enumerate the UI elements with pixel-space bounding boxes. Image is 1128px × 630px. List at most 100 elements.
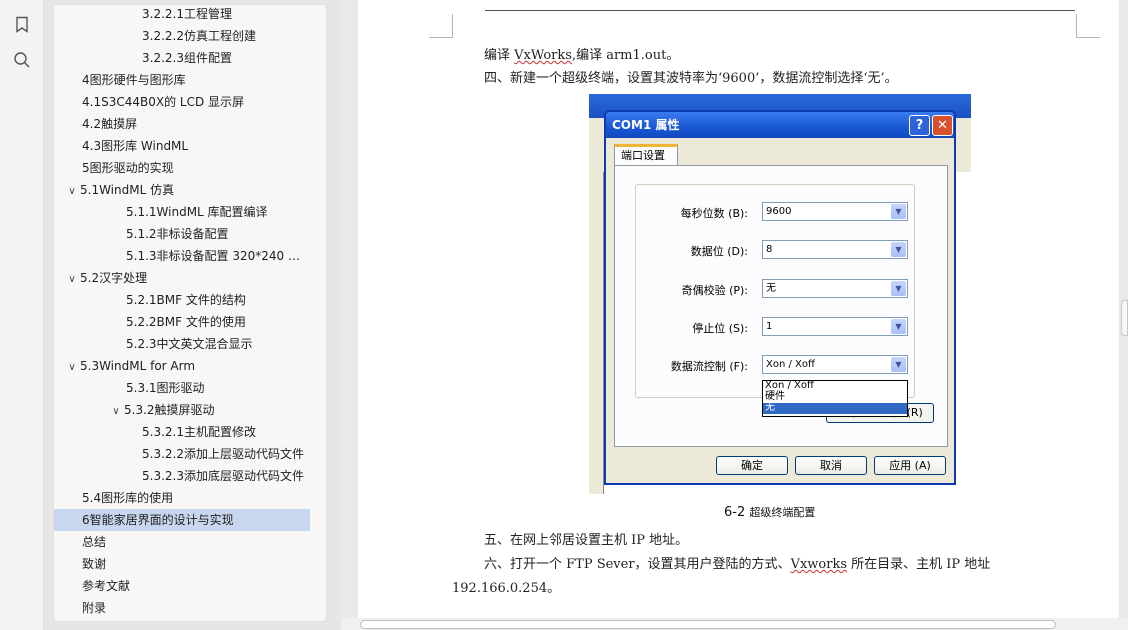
outline-item[interactable]: 4.3图形库 WindML bbox=[54, 135, 310, 157]
document-outline-panel: 3.2.2.1工程管理 3.2.2.2仿真工程创建 3.2.2.3组件配置 4图形硬件… bbox=[53, 4, 327, 622]
side-panel-handle[interactable] bbox=[1121, 300, 1128, 336]
outline-item[interactable]: 4.1S3C44B0X的 LCD 显示屏 bbox=[54, 91, 310, 113]
outline-item-label: 4图形硬件与图形库 bbox=[82, 73, 186, 87]
ok-button[interactable]: 确定 bbox=[716, 456, 788, 475]
outline-item[interactable]: 5.3.2.1主机配置修改 bbox=[54, 421, 310, 443]
tab-port-settings[interactable]: 端口设置 bbox=[614, 144, 678, 166]
flow-control-select[interactable]: Xon / Xoff ▼ bbox=[762, 355, 908, 374]
flow-control-label: 数据流控制 (F): bbox=[670, 360, 748, 373]
outline-item[interactable]: 5.2.1BMF 文件的结构 bbox=[54, 289, 310, 311]
outline-item-label: 3.2.2.2仿真工程创建 bbox=[142, 29, 256, 43]
chevron-down-icon: ▼ bbox=[891, 204, 906, 219]
data-bits-label: 数据位 (D): bbox=[690, 245, 748, 258]
figure-caption: 6-2 超级终端配置 bbox=[724, 505, 816, 520]
search-icon[interactable] bbox=[9, 47, 35, 73]
outline-item[interactable]: 5.3.2.2添加上层驱动代码文件 bbox=[54, 443, 310, 465]
paragraph-step-4: 四、新建一个超级终端，设置其波特率为‘9600’，数据流控制选择‘无’。 bbox=[484, 71, 898, 86]
margin-mark-left bbox=[429, 14, 453, 38]
outline-item[interactable]: 5.1.3非标设备配置 320*240 彩... bbox=[54, 245, 310, 267]
margin-mark-right bbox=[1076, 14, 1100, 38]
chevron-down-icon: ▼ bbox=[891, 242, 906, 257]
bits-per-second-select[interactable]: 9600 ▼ bbox=[762, 202, 908, 221]
outline-item[interactable]: 3.2.2.3组件配置 bbox=[54, 47, 310, 69]
chevron-down-icon[interactable]: ∨ bbox=[66, 269, 78, 289]
outline-item[interactable]: 参考文献 bbox=[54, 575, 310, 597]
parity-label: 奇偶校验 (P): bbox=[681, 284, 748, 297]
outline-item-label: 5.3.2触摸屏驱动 bbox=[124, 403, 215, 417]
outline-item[interactable]: 附录 bbox=[54, 597, 310, 619]
paragraph-step-6: 六、打开一个 FTP Sever，设置其用户登陆的方式、Vxworks 所在目录… bbox=[484, 557, 991, 572]
settings-group: 每秒位数 (B): 9600 ▼ 数据位 (D): 8 ▼ 奇偶校验 (P): 无 ▼… bbox=[635, 184, 934, 423]
outline-item-label: 5.1.2非标设备配置 bbox=[126, 227, 229, 241]
outline-item[interactable]: 4图形硬件与图形库 bbox=[54, 69, 310, 91]
stop-bits-select[interactable]: 1 ▼ bbox=[762, 317, 908, 336]
outline-item-label: 5.1WindML 仿真 bbox=[80, 183, 175, 197]
outline-item[interactable]: ∨ 5.3WindML for Arm bbox=[54, 355, 310, 377]
outline-item-label: 6智能家居界面的设计与实现 bbox=[82, 513, 234, 527]
outline-item-label: 3.2.2.3组件配置 bbox=[142, 51, 232, 65]
data-bits-select[interactable]: 8 ▼ bbox=[762, 240, 908, 259]
outline-item-label: 5.3WindML for Arm bbox=[80, 359, 196, 373]
cancel-button[interactable]: 取消 bbox=[795, 456, 867, 475]
outline-item[interactable]: 3.2.2.1工程管理 bbox=[54, 5, 310, 25]
outline-item[interactable]: 5.2.3中文英文混合显示 bbox=[54, 333, 310, 355]
outline-item[interactable]: 5.4图形库的使用 bbox=[54, 487, 310, 509]
chevron-down-icon: ▼ bbox=[891, 357, 906, 372]
outline-item-label: 参考文献 bbox=[82, 579, 131, 593]
chevron-down-icon: ▼ bbox=[891, 319, 906, 334]
outline-item[interactable]: 5.1.2非标设备配置 bbox=[54, 223, 310, 245]
outline-item-label: 5.2汉字处理 bbox=[80, 271, 148, 285]
flow-control-dropdown-list: Xon / Xoff 硬件 无 bbox=[762, 380, 908, 417]
outline-item[interactable]: 5.3.1图形驱动 bbox=[54, 377, 310, 399]
dropdown-option-hardware[interactable]: 硬件 bbox=[763, 392, 907, 403]
horizontal-scroll-thumb[interactable] bbox=[360, 620, 1056, 629]
outline-item[interactable]: ∨ 5.1WindML 仿真 bbox=[54, 179, 310, 201]
port-settings-panel: 每秒位数 (B): 9600 ▼ 数据位 (D): 8 ▼ 奇偶校验 (P): 无 ▼… bbox=[614, 165, 948, 447]
stop-bits-label: 停止位 (S): bbox=[692, 322, 748, 335]
outline-item-label: 5图形驱动的实现 bbox=[82, 161, 174, 175]
outline-item-label: 5.2.2BMF 文件的使用 bbox=[126, 315, 246, 329]
outline-item[interactable]: ∨ 5.3.2触摸屏驱动 bbox=[54, 399, 310, 421]
outline-item-label: 4.3图形库 WindML bbox=[82, 139, 189, 153]
outline-item[interactable]: 4.2触摸屏 bbox=[54, 113, 310, 135]
outline-item-label: 5.3.1图形驱动 bbox=[126, 381, 205, 395]
outline-item[interactable]: 6智能家居界面的设计与实现 bbox=[54, 509, 310, 531]
bookmark-icon[interactable] bbox=[9, 11, 35, 37]
outline-item-label: 5.2.1BMF 文件的结构 bbox=[126, 293, 246, 307]
outline-item-label: 4.2触摸屏 bbox=[82, 117, 138, 131]
outline-item-label: 总结 bbox=[82, 535, 107, 549]
chevron-down-icon[interactable]: ∨ bbox=[66, 181, 78, 201]
left-icon-rail bbox=[0, 0, 44, 630]
outline-item[interactable]: ∨ 5.2汉字处理 bbox=[54, 267, 310, 289]
outline-item-label: 5.3.2.2添加上层驱动代码文件 bbox=[142, 447, 304, 461]
outline-item[interactable]: 5.2.2BMF 文件的使用 bbox=[54, 311, 310, 333]
outline-item-label: 5.3.2.1主机配置修改 bbox=[142, 425, 256, 439]
paragraph-step-6-cont: 192.166.0.254。 bbox=[452, 581, 561, 596]
hyperterminal-screenshot: COM1 属性 ? ✕ 端口设置 每秒位数 (B): 9600 ▼ 数据位 (D)… bbox=[589, 94, 971, 494]
com1-properties-dialog: COM1 属性 ? ✕ 端口设置 每秒位数 (B): 9600 ▼ 数据位 (D)… bbox=[604, 110, 956, 485]
dialog-title: COM1 属性 bbox=[606, 112, 954, 138]
outline-item-label: 4.1S3C44B0X的 LCD 显示屏 bbox=[82, 95, 245, 109]
background-terminal-edge bbox=[957, 186, 971, 494]
outline-item[interactable]: 总结 bbox=[54, 531, 310, 553]
paragraph-step-5: 五、在网上邻居设置主机 IP 地址。 bbox=[484, 533, 689, 548]
outline-item[interactable]: 5.3.2.3添加底层驱动代码文件 bbox=[54, 465, 310, 487]
outline-item[interactable]: 3.2.2.2仿真工程创建 bbox=[54, 25, 310, 47]
outline-item[interactable]: 5图形驱动的实现 bbox=[54, 157, 310, 179]
outline-item-label: 附录 bbox=[82, 601, 107, 615]
dropdown-option-none[interactable]: 无 bbox=[763, 403, 907, 414]
outline-item-label: 5.3.2.3添加底层驱动代码文件 bbox=[142, 469, 304, 483]
bits-per-second-label: 每秒位数 (B): bbox=[680, 207, 748, 220]
outline-item[interactable]: 5.1.1WindML 库配置编译 bbox=[54, 201, 310, 223]
outline-item-label: 5.2.3中文英文混合显示 bbox=[126, 337, 253, 351]
outline-item-label: 5.1.3非标设备配置 320*240 彩... bbox=[126, 249, 310, 263]
help-button[interactable]: ? bbox=[909, 115, 930, 136]
apply-button[interactable]: 应用 (A) bbox=[874, 456, 946, 475]
chevron-down-icon[interactable]: ∨ bbox=[110, 401, 122, 421]
outline-item-label: 致谢 bbox=[82, 557, 107, 571]
close-button[interactable]: ✕ bbox=[932, 115, 953, 136]
parity-select[interactable]: 无 ▼ bbox=[762, 279, 908, 298]
outline-item[interactable]: 致谢 bbox=[54, 553, 310, 575]
chevron-down-icon[interactable]: ∨ bbox=[66, 357, 78, 377]
outline-item-label: 3.2.2.1工程管理 bbox=[142, 7, 232, 21]
